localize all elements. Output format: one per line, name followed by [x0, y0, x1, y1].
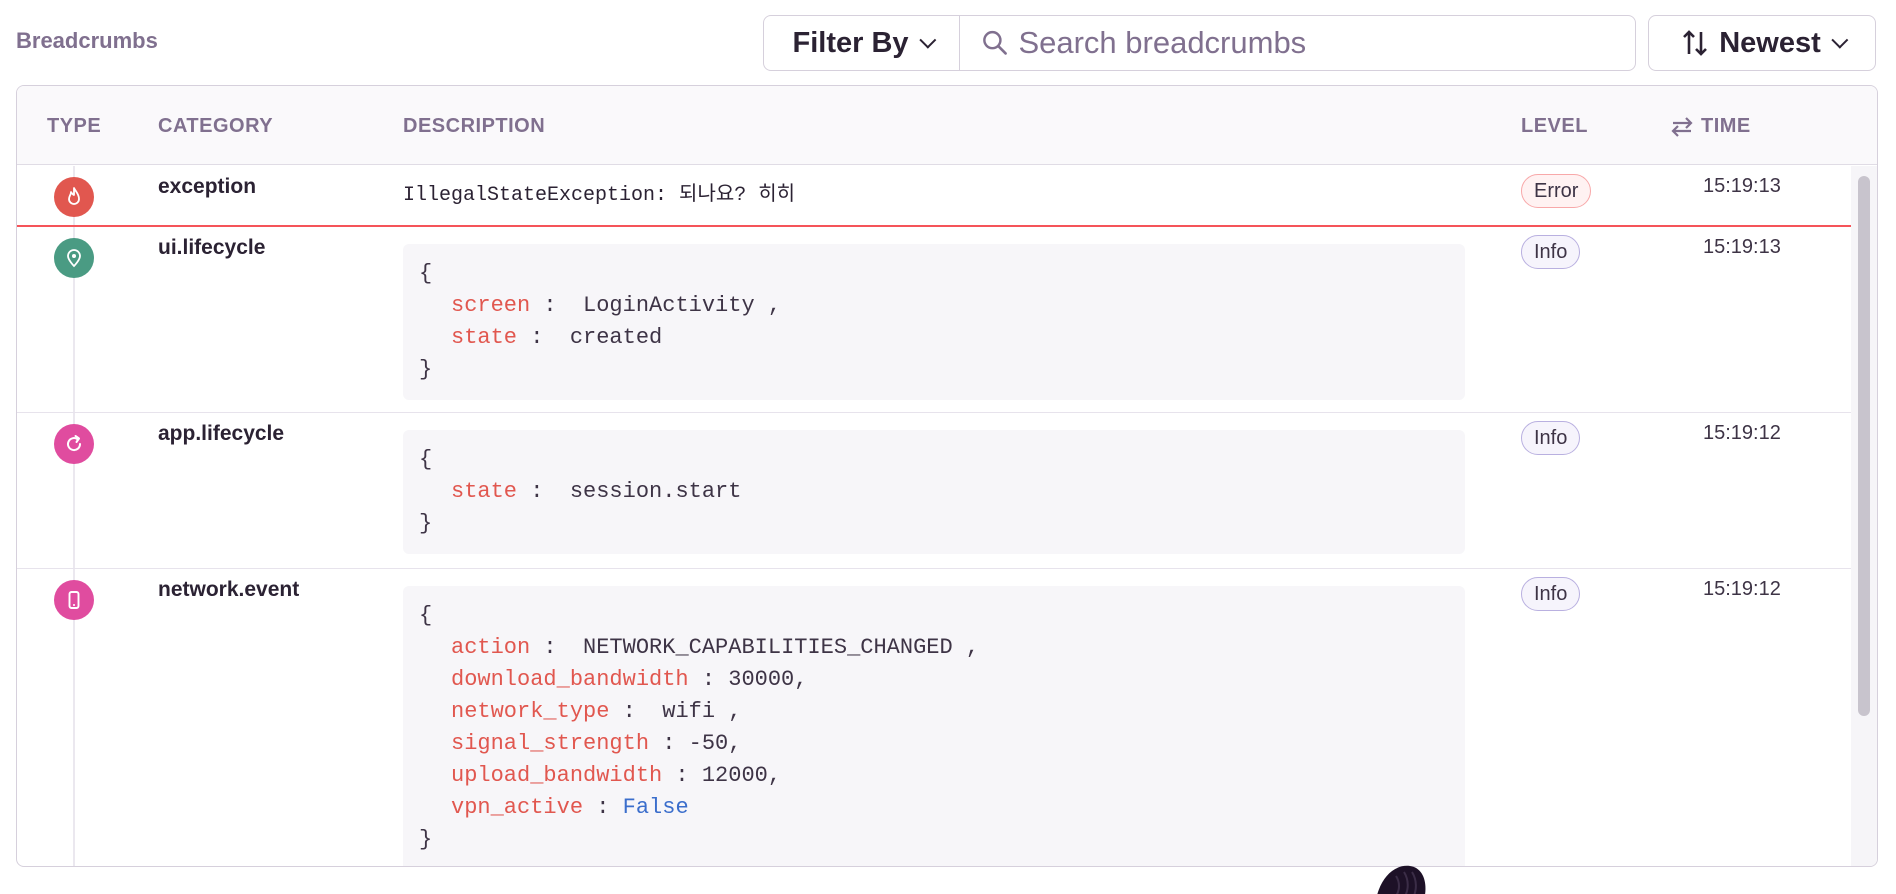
column-time[interactable]: TIME — [1671, 115, 1751, 138]
sort-button[interactable]: Newest — [1648, 15, 1876, 71]
data-field: screen : LoginActivity , — [419, 290, 1449, 322]
data-field: vpn_active : False — [419, 792, 1449, 824]
field-key: action — [451, 635, 531, 660]
field-separator: : — [609, 699, 663, 724]
field-value: 12000 — [701, 763, 768, 788]
field-separator: : — [530, 293, 584, 318]
field-value: 30000 — [728, 667, 795, 692]
field-trail: , — [754, 293, 782, 318]
timestamp: 15:19:13 — [1703, 236, 1781, 258]
field-separator: : — [649, 731, 689, 756]
brace-open: { — [419, 603, 433, 628]
search-icon — [983, 30, 1007, 55]
data-field: action : NETWORK_CAPABILITIES_CHANGED , — [419, 632, 1449, 664]
data-field: upload_bandwidth : 12000, — [419, 760, 1449, 792]
field-key: screen — [451, 293, 531, 318]
field-separator: : — [517, 325, 570, 350]
field-key: signal_strength — [451, 731, 650, 756]
level-badge: Error — [1521, 174, 1592, 208]
search-input[interactable] — [1018, 25, 1635, 61]
chevron-down-icon — [918, 31, 936, 49]
column-level: LEVEL — [1521, 115, 1588, 137]
data-block: { state : session.start } — [403, 430, 1465, 554]
search-box[interactable] — [960, 16, 1635, 70]
column-type: TYPE — [47, 115, 102, 137]
breadcrumb-row[interactable]: app.lifecycle { state : session.start } … — [17, 413, 1851, 569]
breadcrumbs-panel: TYPE CATEGORY DESCRIPTION LEVEL TIME exc… — [16, 85, 1878, 867]
mobile-device-icon — [54, 580, 94, 620]
category-label: app.lifecycle — [158, 422, 285, 445]
field-trail: , — [952, 635, 980, 660]
level-badge: Info — [1521, 235, 1581, 269]
data-field: download_bandwidth : 30000, — [419, 664, 1449, 696]
field-separator: : — [517, 479, 570, 504]
category-label: network.event — [158, 578, 300, 601]
field-separator: : — [583, 795, 623, 820]
vertical-scrollbar[interactable] — [1851, 166, 1877, 866]
field-key: upload_bandwidth — [451, 763, 663, 788]
filter-by-button[interactable]: Filter By — [764, 16, 960, 70]
brace-close: } — [419, 511, 433, 536]
scrollbar-thumb[interactable] — [1858, 176, 1870, 716]
data-field: signal_strength : -50, — [419, 728, 1449, 760]
category-label: ui.lifecycle — [158, 236, 266, 259]
fire-icon — [54, 177, 94, 217]
column-description: DESCRIPTION — [403, 115, 546, 137]
brace-open: { — [419, 447, 433, 472]
field-value: session.start — [569, 479, 742, 504]
field-trail: , — [767, 763, 782, 788]
field-key: state — [451, 479, 518, 504]
mascot-icon — [1377, 865, 1426, 894]
field-key: network_type — [451, 699, 610, 724]
time-header-label: TIME — [1701, 115, 1751, 137]
category-label: exception — [158, 175, 257, 198]
field-value: created — [569, 325, 663, 350]
breadcrumb-row[interactable]: ui.lifecycle { screen : LoginActivity , … — [17, 227, 1851, 413]
sort-icon — [1683, 30, 1708, 56]
brace-open: { — [419, 261, 433, 286]
field-value: False — [622, 795, 689, 820]
field-separator: : — [662, 763, 702, 788]
description-text: IllegalStateException: 되나요? 히히 — [403, 184, 796, 207]
field-key: download_bandwidth — [451, 667, 689, 692]
breadcrumb-row[interactable]: exception IllegalStateException: 되나요? 히히… — [17, 166, 1851, 227]
timestamp: 15:19:12 — [1703, 578, 1781, 600]
field-value: -50 — [688, 731, 729, 756]
field-value: wifi — [662, 699, 716, 724]
field-value: LoginActivity — [583, 293, 755, 318]
chevron-down-icon — [1831, 31, 1849, 49]
swap-icon — [1671, 116, 1693, 137]
data-field: state : session.start — [419, 476, 1449, 508]
data-field: network_type : wifi , — [419, 696, 1449, 728]
column-category: CATEGORY — [158, 115, 274, 137]
field-trail: , — [728, 731, 742, 756]
section-title: Breadcrumbs — [16, 28, 158, 53]
table-header: TYPE CATEGORY DESCRIPTION LEVEL TIME — [17, 86, 1877, 165]
field-value: NETWORK_CAPABILITIES_CHANGED — [583, 635, 953, 660]
filter-by-label: Filter By — [792, 26, 909, 59]
data-block: { screen : LoginActivity , state : creat… — [403, 244, 1465, 400]
field-trail: , — [715, 699, 742, 724]
location-pin-icon — [54, 238, 94, 278]
refresh-icon — [54, 424, 94, 464]
sort-label: Newest — [1719, 26, 1821, 59]
data-field: state : created — [419, 322, 1449, 354]
field-key: state — [451, 325, 518, 350]
level-badge: Info — [1521, 421, 1581, 455]
breadcrumb-row[interactable]: network.event { action : NETWORK_CAPABIL… — [17, 569, 1851, 866]
timestamp: 15:19:12 — [1703, 422, 1781, 444]
timestamp: 15:19:13 — [1703, 175, 1781, 197]
field-separator: : — [530, 635, 584, 660]
data-block: { action : NETWORK_CAPABILITIES_CHANGED … — [403, 586, 1465, 866]
filter-search-group: Filter By — [763, 15, 1636, 71]
field-key: vpn_active — [451, 795, 584, 820]
brace-close: } — [419, 357, 433, 382]
breadcrumb-toolbar: Filter By Newest — [763, 15, 1876, 71]
field-separator: : — [688, 667, 729, 692]
brace-close: } — [419, 827, 433, 852]
field-trail: , — [794, 667, 808, 692]
level-badge: Info — [1521, 577, 1581, 611]
